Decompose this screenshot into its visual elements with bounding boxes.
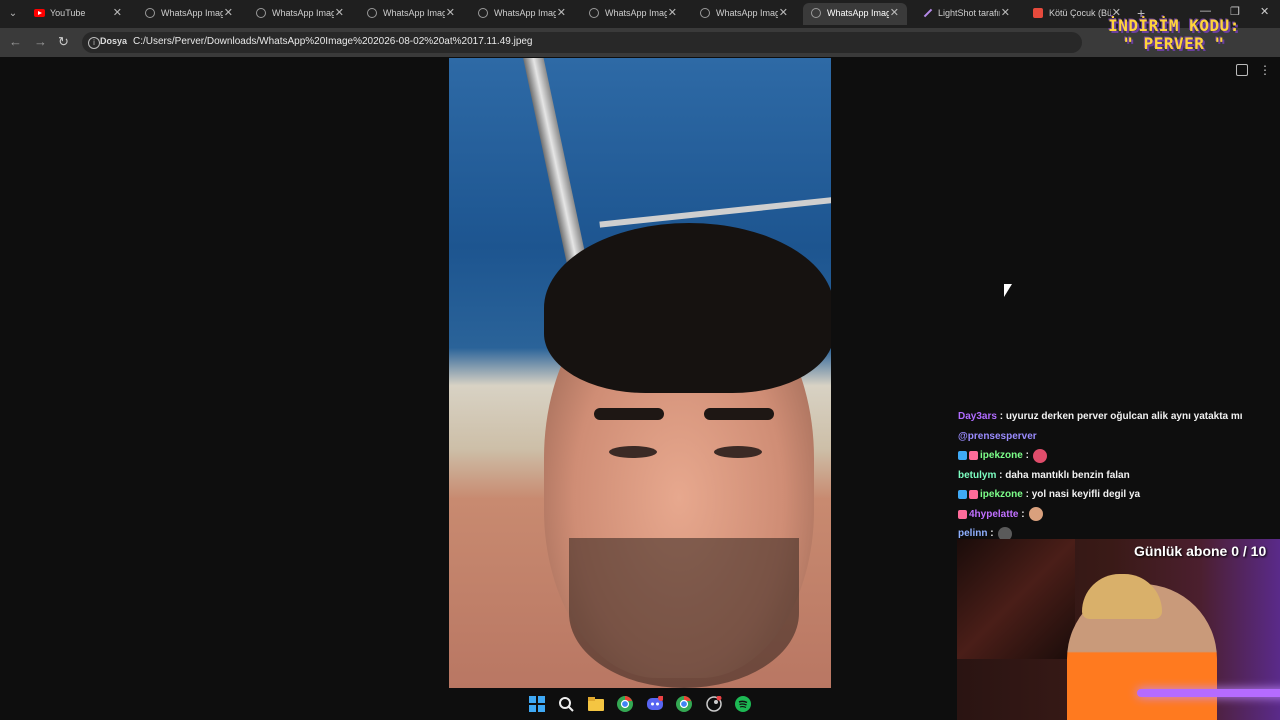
photo-eye	[714, 446, 762, 458]
file-explorer-icon[interactable]	[588, 696, 604, 712]
badge-icon	[958, 490, 967, 500]
globe-icon	[478, 8, 488, 18]
address-bar[interactable]: i Dosya C:/Users/Perver/Downloads/WhatsA…	[82, 32, 1082, 53]
tab-title: WhatsApp Image	[272, 8, 334, 18]
tab-title: WhatsApp Image	[605, 8, 667, 18]
chat-username: ipekzone	[980, 450, 1023, 461]
webcam-overlay	[957, 539, 1280, 720]
close-icon[interactable]: ✕	[446, 6, 455, 19]
discord-icon[interactable]	[647, 695, 664, 712]
badge-icon	[958, 451, 967, 461]
chat-username: ipekzone	[980, 489, 1023, 500]
photo-eye	[609, 446, 657, 458]
reload-icon[interactable]: ↻	[58, 34, 69, 50]
badge-icon	[969, 451, 978, 461]
more-menu-icon[interactable]: ⋮	[1259, 63, 1271, 77]
tab-title: WhatsApp Image	[494, 8, 556, 18]
close-icon[interactable]: ✕	[113, 6, 122, 19]
tab-whatsapp-image[interactable]: WhatsApp Image ✕	[137, 3, 241, 25]
led-strip	[1137, 689, 1280, 697]
chat-message: ipekzone : yol nasi keyifli degil ya	[958, 485, 1276, 505]
chat-message: 4hypelatte :	[958, 505, 1276, 525]
close-icon[interactable]: ✕	[779, 6, 788, 19]
tab-whatsapp-image-active[interactable]: WhatsApp Image ✕	[803, 3, 907, 25]
globe-icon	[145, 8, 155, 18]
close-window-icon[interactable]: ✕	[1260, 5, 1269, 18]
chat-text: yol nasi keyifli degil ya	[1031, 489, 1141, 500]
stream-chat: Day3ars : uyuruz derken perver oğulcan a…	[958, 407, 1276, 544]
close-icon[interactable]: ✕	[668, 6, 677, 19]
photo-beard	[569, 538, 799, 688]
chat-message: @prensesperver	[958, 427, 1276, 447]
promo-line-2: " PERVER "	[1123, 34, 1225, 53]
chat-text: uyuruz derken perver oğulcan alik aynı y…	[1005, 411, 1243, 422]
chat-message: Day3ars : uyuruz derken perver oğulcan a…	[958, 407, 1276, 427]
globe-icon	[256, 8, 266, 18]
tab-whatsapp-image[interactable]: WhatsApp Image ✕	[359, 3, 463, 25]
tab-title: YouTube	[50, 8, 86, 18]
globe-icon	[811, 8, 821, 18]
tab-whatsapp-image[interactable]: WhatsApp Image ✕	[581, 3, 685, 25]
file-chip: Dosya	[100, 36, 128, 46]
tab-strip: ⌄ YouTube ✕ WhatsApp Image ✕ WhatsApp Im…	[0, 0, 1280, 28]
tab-lightshot[interactable]: LightShot tarafınd ✕	[914, 3, 1018, 25]
forward-icon[interactable]: →	[34, 34, 47, 49]
chat-username: 4hypelatte	[969, 508, 1019, 520]
badge-icon	[958, 509, 967, 519]
globe-icon	[700, 8, 710, 18]
chat-mention: @prensesperver	[958, 430, 1037, 442]
globe-icon	[367, 8, 377, 18]
chrome-icon[interactable]	[676, 696, 692, 712]
boat-rail-wire	[599, 194, 831, 228]
subscriber-goal: Günlük abone 0 / 10	[1134, 543, 1267, 559]
tab-title: WhatsApp Image	[383, 8, 445, 18]
mouse-cursor	[1004, 284, 1012, 297]
lightshot-icon	[922, 8, 932, 18]
close-icon[interactable]: ✕	[335, 6, 344, 19]
emote-icon	[1032, 448, 1047, 463]
emote-icon	[1028, 507, 1043, 522]
tab-search-icon[interactable]: ⌄	[4, 5, 22, 23]
close-icon[interactable]: ✕	[890, 6, 899, 19]
tab-whatsapp-image[interactable]: WhatsApp Image ✕	[248, 3, 352, 25]
close-icon[interactable]: ✕	[557, 6, 566, 19]
chat-message: ipekzone :	[958, 446, 1276, 466]
windows-start-icon[interactable]	[529, 696, 545, 712]
streamer-hair	[1082, 574, 1162, 619]
tab-youtube[interactable]: YouTube ✕	[26, 3, 130, 25]
promo-overlay: İNDİRİM KODU: " PERVER "	[1105, 17, 1243, 53]
chat-message: betulym : daha mantıklı benzin falan	[958, 466, 1276, 486]
promo-line-1: İNDİRİM KODU:	[1108, 16, 1240, 35]
tab-title: LightShot tarafınd	[938, 8, 1000, 18]
chat-text: daha mantıklı benzin falan	[1005, 469, 1130, 481]
search-icon[interactable]	[558, 696, 574, 712]
tab-title: WhatsApp Image	[161, 8, 223, 18]
steam-icon[interactable]	[706, 695, 722, 712]
globe-icon	[589, 8, 599, 18]
chat-username: betulym	[958, 469, 997, 481]
spotify-icon[interactable]	[735, 696, 751, 712]
close-icon[interactable]: ✕	[1001, 6, 1010, 19]
tab-whatsapp-image[interactable]: WhatsApp Image ✕	[470, 3, 574, 25]
tab-whatsapp-image[interactable]: WhatsApp Image ✕	[692, 3, 796, 25]
photo-brow	[594, 408, 664, 420]
photo-brow	[704, 408, 774, 420]
photo-hair	[544, 223, 831, 393]
extension-icon[interactable]	[1236, 64, 1248, 76]
info-icon[interactable]: i	[88, 37, 100, 49]
viewed-photo	[449, 58, 831, 688]
url-text[interactable]: C:/Users/Perver/Downloads/WhatsApp%20Ima…	[133, 36, 533, 47]
tab-title: WhatsApp Image	[716, 8, 778, 18]
close-icon[interactable]: ✕	[224, 6, 233, 19]
tab-title: Kötü Çocuk (Büg	[1049, 8, 1111, 18]
music-icon	[1033, 8, 1043, 18]
chrome-icon[interactable]	[617, 696, 633, 712]
toolbar: ← → ↻ i Dosya C:/Users/Perver/Downloads/…	[0, 28, 1280, 77]
back-icon[interactable]: ←	[9, 34, 22, 49]
youtube-icon	[34, 9, 45, 17]
badge-icon	[969, 490, 978, 500]
chat-username: Day3ars	[958, 411, 997, 422]
tab-title: WhatsApp Image	[827, 8, 889, 18]
wall-poster	[957, 539, 1075, 659]
